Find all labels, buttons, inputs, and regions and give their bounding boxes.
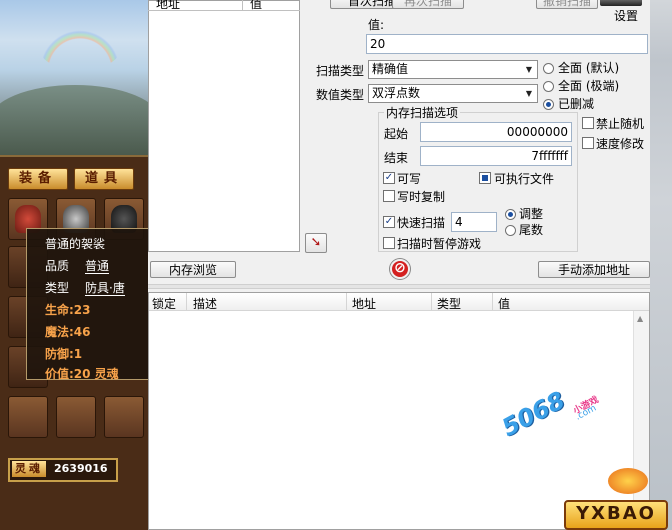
watermark-yxbao-logo: YXBAO <box>564 500 668 530</box>
col-header-description[interactable]: 描述 <box>193 295 217 312</box>
writable-label[interactable]: 可写 <box>397 170 421 187</box>
next-scan-button[interactable]: 再次扫描 <box>392 0 464 9</box>
soul-amount: 2639016 <box>54 462 108 475</box>
cheat-engine-logo-icon[interactable] <box>600 0 642 6</box>
inventory-slot[interactable] <box>104 396 144 438</box>
executable-checkbox[interactable] <box>479 172 491 184</box>
pause-while-scanning-label[interactable]: 扫描时暂停游戏 <box>397 235 481 252</box>
background-window-edge <box>650 0 672 530</box>
tooltip-quality-value: 普通 <box>85 259 110 274</box>
alignment-radio[interactable] <box>505 209 516 220</box>
speedhack-label[interactable]: 速度修改 <box>596 135 644 152</box>
watermark-logo-badge <box>608 468 648 494</box>
copy-on-write-checkbox[interactable] <box>383 190 395 202</box>
stop-address-input[interactable]: 7fffffff <box>420 146 572 166</box>
fast-scan-alignment-input[interactable]: 4 <box>451 212 497 232</box>
scan-type-select[interactable]: 精确值 ▼ <box>368 60 538 79</box>
value-label: 值: <box>368 18 385 32</box>
header-divider <box>242 0 243 10</box>
rainbow-decoration <box>40 30 120 70</box>
tooltip-quality-label: 品质 <box>45 259 70 273</box>
trimmed-label[interactable]: 已删减 <box>558 95 594 112</box>
full-default-label[interactable]: 全面 (默认) <box>558 59 619 76</box>
value-type-label: 数值类型 <box>316 88 365 102</box>
scroll-up-icon[interactable]: ▲ <box>637 314 643 323</box>
tooltip-type-label: 类型 <box>45 281 70 295</box>
alignment-label[interactable]: 调整 <box>519 205 543 222</box>
chevron-down-icon: ▼ <box>525 65 533 74</box>
tooltip-mp: 魔法:46 <box>45 325 91 339</box>
tooltip-value: 价值:20 灵魂 <box>45 367 119 381</box>
tooltip-hp: 生命:23 <box>45 303 91 317</box>
col-divider <box>186 293 187 310</box>
scan-type-selected: 精确值 <box>372 62 409 76</box>
full-default-radio[interactable] <box>543 63 554 74</box>
table-scrollbar[interactable]: ▲ <box>633 311 649 529</box>
inventory-slot[interactable] <box>8 396 48 438</box>
add-address-manually-button[interactable]: 手动添加地址 <box>538 261 650 278</box>
start-label: 起始 <box>384 127 409 141</box>
stop-label: 结束 <box>384 151 409 165</box>
fast-scan-checkbox[interactable]: ✓ <box>383 216 395 228</box>
header-bottom-line <box>148 10 300 11</box>
inventory-slot[interactable] <box>56 396 96 438</box>
last-digits-radio[interactable] <box>505 225 516 236</box>
memory-view-button[interactable]: 内存浏览 <box>150 261 236 278</box>
fast-scan-label[interactable]: 快速扫描 <box>397 214 445 231</box>
item-tooltip: 普通的袈裟 品质 普通 类型 防具·唐 生命:23 魔法:46 防御:1 价值:… <box>26 228 148 381</box>
full-extreme-label[interactable]: 全面 (极端) <box>558 77 619 94</box>
start-address-input[interactable]: 00000000 <box>420 122 572 142</box>
scan-type-label: 扫描类型 <box>316 64 365 78</box>
memory-scan-options-title: 内存扫描选项 <box>384 104 461 121</box>
col-header-address[interactable]: 地址 <box>352 295 376 312</box>
found-addresses-list[interactable] <box>148 0 300 252</box>
cheat-table-header <box>149 293 649 311</box>
full-extreme-radio[interactable] <box>543 81 554 92</box>
pause-while-scanning-checkbox[interactable] <box>383 237 395 249</box>
settings-link[interactable]: 设置 <box>614 7 638 24</box>
trimmed-radio[interactable] <box>543 99 554 110</box>
undo-scan-button[interactable]: 撤销扫描 <box>536 0 598 9</box>
col-divider <box>346 293 347 310</box>
unrandomizer-label[interactable]: 禁止随机 <box>596 115 644 132</box>
value-type-select[interactable]: 双浮点数 ▼ <box>368 84 538 103</box>
tooltip-defense: 防御:1 <box>45 347 83 361</box>
panel-splitter[interactable] <box>148 284 650 289</box>
last-digits-label[interactable]: 尾数 <box>519 221 543 238</box>
executable-label[interactable]: 可执行文件 <box>494 170 554 187</box>
col-header-active[interactable]: 锁定 <box>152 295 176 312</box>
col-divider <box>431 293 432 310</box>
soul-label: 灵魂 <box>12 461 46 477</box>
add-to-list-arrow-icon[interactable]: ➘ <box>305 233 327 253</box>
col-header-value[interactable]: 值 <box>498 295 510 312</box>
speedhack-checkbox[interactable] <box>582 137 594 149</box>
col-header-type[interactable]: 类型 <box>437 295 461 312</box>
value-type-selected: 双浮点数 <box>372 86 421 100</box>
background-scenery <box>0 85 148 155</box>
items-tab-button[interactable]: 道具 <box>74 168 134 190</box>
tooltip-type-value: 防具·唐 <box>85 281 125 296</box>
scan-value-input[interactable]: 20 <box>366 34 648 54</box>
unrandomizer-checkbox[interactable] <box>582 117 594 129</box>
copy-on-write-label[interactable]: 写时复制 <box>397 188 445 205</box>
soul-currency-bar: 灵魂 2639016 <box>8 458 118 482</box>
equipment-tab-button[interactable]: 装备 <box>8 168 68 190</box>
writable-checkbox[interactable]: ✓ <box>383 172 395 184</box>
game-window: 装备 道具 普通的袈裟 品质 普通 类型 防具·唐 生命:23 魔法:46 防御… <box>0 0 148 530</box>
col-divider <box>492 293 493 310</box>
chevron-down-icon: ▼ <box>525 89 533 98</box>
tooltip-item-name: 普通的袈裟 <box>45 237 106 251</box>
stop-icon[interactable]: ⊘ <box>390 259 410 279</box>
